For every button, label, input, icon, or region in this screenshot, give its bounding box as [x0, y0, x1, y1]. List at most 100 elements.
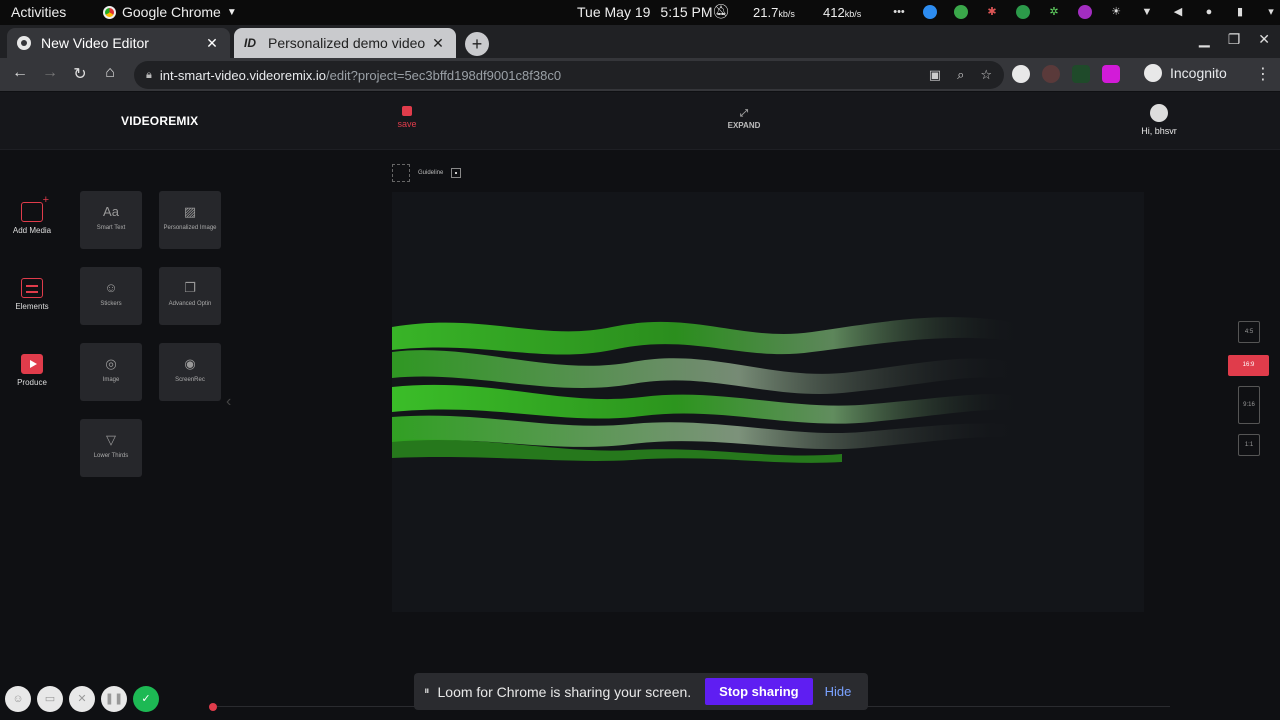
hide-button[interactable]: Hide — [825, 684, 852, 699]
back-arrow-icon[interactable]: ← — [10, 64, 30, 82]
restore-icon[interactable]: ❐ — [1228, 31, 1241, 48]
app-name: Google Chrome — [122, 4, 221, 20]
tile-label: Image — [102, 377, 120, 383]
tile-advanced-optin[interactable]: ❐ Advanced Optin — [159, 267, 221, 325]
sidebar-item-add-media[interactable]: Add Media — [6, 194, 58, 235]
save-button[interactable]: save — [394, 106, 420, 129]
net-upload-unit: kb/s — [844, 9, 862, 19]
ratio-16-9-button[interactable]: 16:9 — [1228, 355, 1269, 376]
address-bar[interactable]: 🔒︎ int-smart-video.videoremix.io/edit?pr… — [134, 61, 1004, 89]
cast-icon[interactable]: ▣ — [929, 67, 941, 83]
minimize-icon[interactable]: ▁ — [1199, 31, 1210, 48]
produce-icon — [21, 354, 43, 374]
clock-time: 5:15 PM — [660, 4, 713, 20]
zoom-tray-icon[interactable] — [923, 5, 937, 19]
close-tab-icon[interactable]: ✕ — [430, 35, 446, 52]
bookmark-star-icon[interactable]: ☆ — [980, 67, 992, 83]
home-icon[interactable]: ⌂ — [100, 64, 120, 82]
status-tray-icon[interactable] — [1016, 5, 1030, 19]
avatar-bubble-icon[interactable]: ☺ — [5, 686, 31, 712]
lock-icon[interactable]: 🔒︎ — [146, 69, 152, 82]
ratio-4-5-button[interactable]: 4:5 — [1238, 321, 1260, 343]
tile-label: Stickers — [100, 301, 122, 307]
extension-icon[interactable] — [1102, 65, 1120, 83]
volume-icon[interactable]: ◀ — [1171, 5, 1185, 19]
new-tab-button[interactable]: + — [465, 32, 489, 56]
incognito-label: Incognito — [1170, 65, 1227, 81]
puzzle-tray-icon[interactable]: ✱ — [985, 5, 999, 19]
power-menu-icon[interactable]: ▾ — [1264, 5, 1278, 19]
activities-button[interactable]: Activities — [11, 4, 66, 20]
tab-personalized-demo-video[interactable]: ID Personalized demo video ✕ — [234, 28, 456, 58]
extension-icon[interactable] — [1042, 65, 1060, 83]
sidebar-item-label: Add Media — [12, 226, 52, 235]
finish-recording-icon[interactable]: ✓ — [133, 686, 159, 712]
videoremix-logo[interactable]: VIDEOREMIX — [121, 114, 198, 128]
guideline-checkbox[interactable] — [451, 168, 462, 178]
microphone-icon[interactable]: ● — [1202, 5, 1216, 19]
chrome-menu-icon[interactable]: ⋮ — [1255, 64, 1271, 84]
tile-smart-text[interactable]: Aa Smart Text — [80, 191, 142, 249]
extension-icon[interactable] — [1072, 65, 1090, 83]
expand-icon: ⤢ — [740, 108, 748, 119]
extension-icon[interactable] — [1012, 65, 1030, 83]
window-controls: ▁ ❐ ✕ — [1199, 31, 1270, 48]
tile-personalized-image[interactable]: ▨ Personalized Image — [159, 191, 221, 249]
close-tab-icon[interactable]: ✕ — [204, 35, 220, 52]
sidebar-item-elements[interactable]: Elements — [6, 278, 58, 311]
more-dots-icon[interactable]: ••• — [892, 5, 906, 19]
grid-icon — [392, 164, 410, 182]
sidebar-item-produce[interactable]: Produce — [6, 354, 58, 387]
pause-recording-icon[interactable]: ❚❚ — [101, 686, 127, 712]
user-menu[interactable]: Hi, bhsvr — [1130, 104, 1188, 136]
tile-lower-thirds[interactable]: ▽ Lower Thirds — [80, 419, 142, 477]
elements-icon — [21, 278, 43, 298]
guideline-toggle[interactable]: Guideline — [392, 164, 462, 182]
incognito-indicator[interactable]: Incognito — [1144, 64, 1227, 82]
camera-toggle-icon[interactable]: ▭ — [37, 686, 63, 712]
tile-label: Smart Text — [96, 225, 126, 231]
notifications-off-icon[interactable]: 🔕︎ — [712, 3, 730, 20]
tile-stickers[interactable]: ☺ Stickers — [80, 267, 142, 325]
zoom-icon[interactable]: ⌕ — [957, 67, 964, 83]
tab-new-video-editor[interactable]: New Video Editor ✕ — [7, 28, 230, 58]
clock-date: Tue May 19 — [577, 4, 651, 20]
reload-icon[interactable]: ↻ — [70, 64, 90, 84]
close-window-icon[interactable]: ✕ — [1258, 31, 1270, 48]
tray-icons: ••• ✱ ✲ ☀ ▼ ◀ ● ▮ ▾ — [892, 5, 1278, 19]
color-tray-icon[interactable] — [1078, 5, 1092, 19]
tab-favicon-icon — [17, 36, 31, 50]
advanced-optin-icon: ❐ — [184, 280, 196, 295]
loom-record-controls: ☺ ▭ ✕ ❚❚ ✓ — [5, 686, 159, 712]
tile-screenrec[interactable]: ◉ ScreenRec — [159, 343, 221, 401]
clock[interactable]: Tue May 19 5:15 PM — [577, 4, 713, 20]
ratio-9-16-button[interactable]: 9:16 — [1238, 386, 1260, 424]
user-greeting: Hi, bhsvr — [1141, 126, 1177, 136]
net-upload-speed: 412kb/s — [823, 5, 861, 20]
url-host: int-smart-video.videoremix.io — [159, 67, 327, 83]
app-menu[interactable]: Google Chrome ▼ — [103, 4, 237, 20]
ratio-1-1-button[interactable]: 1:1 — [1238, 434, 1260, 456]
caret-down-icon: ▼ — [226, 6, 237, 18]
sidebar-item-label: Elements — [15, 302, 49, 311]
tab-label: New Video Editor — [41, 35, 149, 51]
forward-arrow-icon[interactable]: → — [40, 64, 60, 82]
collapse-panel-icon[interactable]: ‹ — [226, 393, 231, 411]
expand-button[interactable]: ⤢ EXPAND — [722, 108, 766, 130]
save-label: save — [397, 119, 417, 129]
network-tray-icon[interactable]: ✲ — [1047, 5, 1061, 19]
tile-image[interactable]: ◎ Image — [80, 343, 142, 401]
lower-thirds-icon: ▽ — [106, 432, 116, 447]
wifi-icon[interactable]: ▼ — [1140, 5, 1154, 19]
net-download-unit: kb/s — [778, 9, 795, 19]
brightness-icon[interactable]: ☀ — [1109, 5, 1123, 19]
cancel-recording-icon[interactable]: ✕ — [69, 686, 95, 712]
extension-icons — [1012, 65, 1120, 83]
battery-icon[interactable]: ▮ — [1233, 5, 1247, 19]
video-canvas[interactable] — [392, 192, 1144, 612]
loom-message: Loom for Chrome is sharing your screen. — [437, 683, 692, 700]
editor-header: VIDEOREMIX save ⤢ EXPAND Hi, bhsvr — [0, 92, 1280, 150]
shield-tray-icon[interactable] — [954, 5, 968, 19]
stop-sharing-button[interactable]: Stop sharing — [705, 678, 813, 705]
camera-icon: ◎ — [105, 356, 117, 371]
